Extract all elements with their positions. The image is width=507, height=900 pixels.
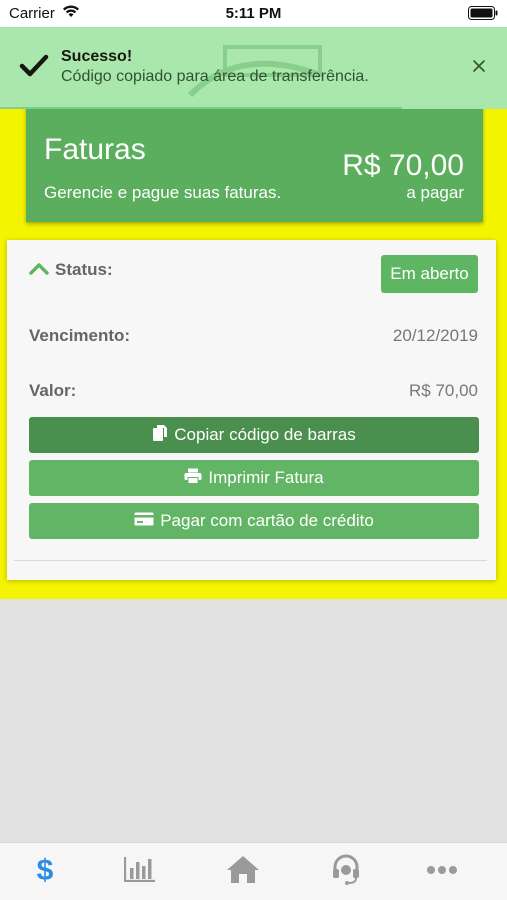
status-bar: Carrier 5:11 PM <box>0 0 507 27</box>
battery-icon <box>468 6 498 24</box>
status-label: Status: <box>55 260 113 279</box>
toast-message: Código copiado para área de transferênci… <box>61 68 369 85</box>
amount-due: R$ 70,00 <box>342 149 464 182</box>
tab-consumption[interactable] <box>120 853 160 889</box>
invoices-header: Faturas Gerencie e pague suas faturas. R… <box>26 105 483 222</box>
value-label: Valor: <box>29 381 77 400</box>
print-invoice-label: Imprimir Fatura <box>208 468 324 487</box>
close-icon[interactable] <box>472 59 486 78</box>
copy-barcode-button[interactable]: Copiar código de barras <box>29 417 479 453</box>
tab-more[interactable] <box>422 853 462 889</box>
pay-credit-card-button[interactable]: Pagar com cartão de crédito <box>29 503 479 539</box>
success-toast: Sucesso! Código copiado para área de tra… <box>0 27 507 109</box>
headset-icon <box>330 853 362 890</box>
page-subtitle: Gerencie e pague suas faturas. <box>44 183 282 202</box>
invoice-card: Status: Em aberto Vencimento: 20/12/2019… <box>7 240 496 580</box>
amount-due-label: a pagar <box>406 183 464 202</box>
credit-card-icon <box>134 511 154 531</box>
tab-invoices[interactable]: $ <box>25 853 65 889</box>
home-icon <box>225 854 261 889</box>
dollar-icon: $ <box>36 854 54 887</box>
chart-bars-icon <box>123 856 156 887</box>
value-amount: R$ 70,00 <box>409 381 478 400</box>
pay-credit-card-label: Pagar com cartão de crédito <box>160 511 374 530</box>
checkmark-icon <box>19 54 49 83</box>
due-date-value: 20/12/2019 <box>392 326 478 345</box>
tab-home[interactable] <box>223 853 263 889</box>
toast-title: Sucesso! <box>61 48 133 65</box>
copy-barcode-label: Copiar código de barras <box>174 425 356 444</box>
print-invoice-button[interactable]: Imprimir Fatura <box>29 460 479 496</box>
printer-icon <box>184 468 202 489</box>
toast-progress-bar <box>0 107 402 109</box>
chevron-up-icon <box>29 261 49 280</box>
tab-bar: $ <box>0 842 507 900</box>
divider <box>14 560 487 561</box>
status-badge: Em aberto <box>381 255 478 293</box>
page-title: Faturas <box>44 133 146 166</box>
more-icon <box>426 862 458 880</box>
due-date-label: Vencimento: <box>29 326 131 345</box>
clock: 5:11 PM <box>225 5 282 22</box>
tab-support[interactable] <box>326 853 366 889</box>
status-toggle[interactable]: Status: <box>29 260 113 280</box>
copy-icon <box>152 424 168 447</box>
